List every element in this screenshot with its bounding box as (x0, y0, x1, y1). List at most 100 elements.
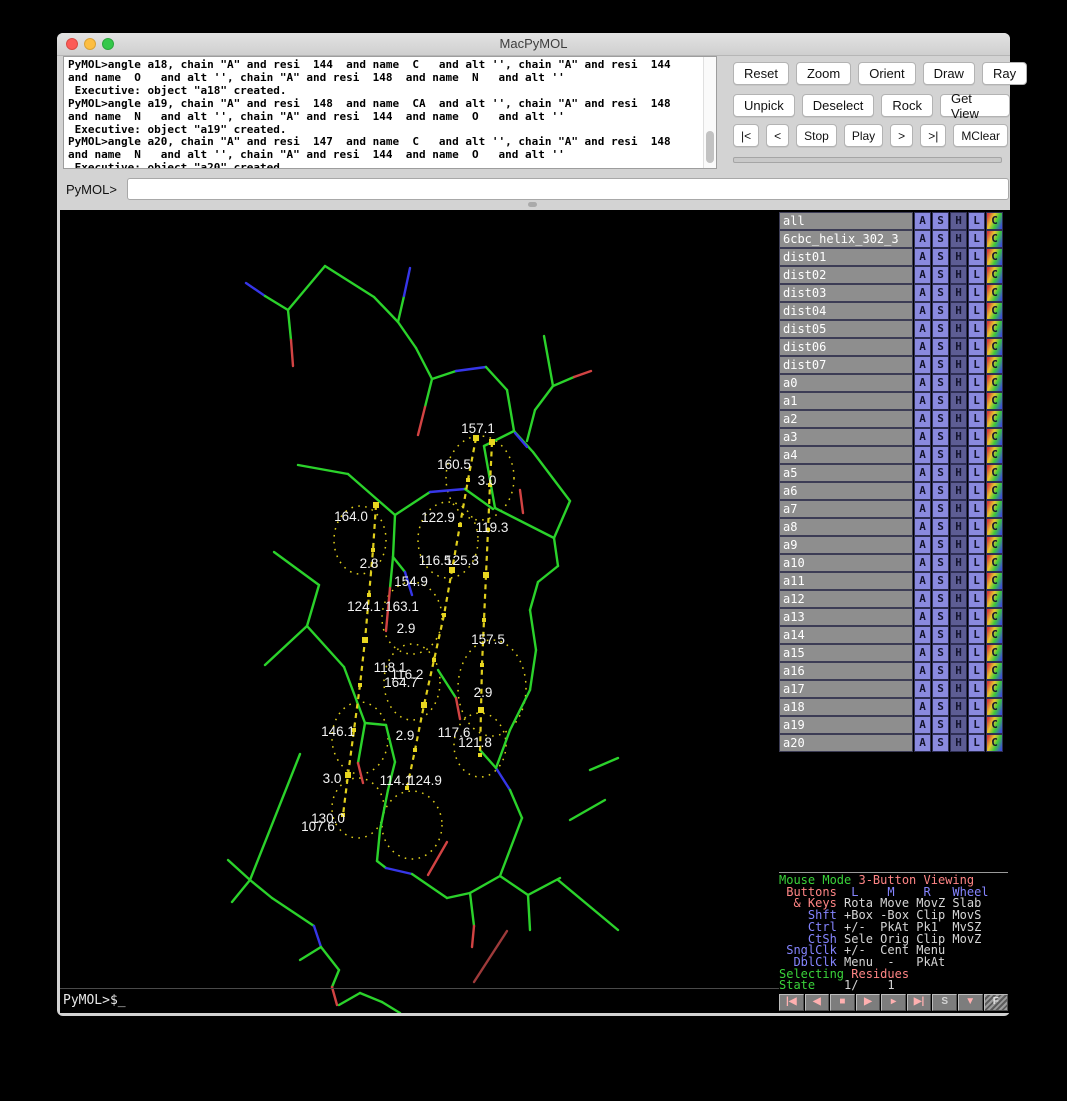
object-h-button[interactable]: H (950, 374, 967, 392)
object-name-dist03[interactable]: dist03 (779, 284, 913, 302)
object-h-button[interactable]: H (950, 266, 967, 284)
object-s-button[interactable]: S (932, 338, 949, 356)
object-a-button[interactable]: A (914, 374, 931, 392)
object-s-button[interactable]: S (932, 320, 949, 338)
object-l-button[interactable]: L (968, 716, 985, 734)
object-c-button[interactable]: C (986, 482, 1003, 500)
object-c-button[interactable]: C (986, 536, 1003, 554)
object-l-button[interactable]: L (968, 374, 985, 392)
object-a-button[interactable]: A (914, 536, 931, 554)
object-c-button[interactable]: C (986, 266, 1003, 284)
object-s-button[interactable]: S (932, 230, 949, 248)
movie-progress-slider[interactable] (733, 157, 1002, 163)
object-c-button[interactable]: C (986, 518, 1003, 536)
object-c-button[interactable]: C (986, 230, 1003, 248)
title-bar[interactable]: MacPyMOL (57, 33, 1010, 56)
object-s-button[interactable]: S (932, 662, 949, 680)
object-s-button[interactable]: S (932, 518, 949, 536)
object-c-button[interactable]: C (986, 410, 1003, 428)
btn-button[interactable]: < (766, 124, 789, 147)
unpick-button[interactable]: Unpick (733, 94, 795, 117)
btn-button[interactable]: > (890, 124, 913, 147)
object-l-button[interactable]: L (968, 356, 985, 374)
object-c-button[interactable]: C (986, 734, 1003, 752)
object-h-button[interactable]: H (950, 662, 967, 680)
object-a-button[interactable]: A (914, 500, 931, 518)
object-name-a3[interactable]: a3 (779, 428, 913, 446)
object-s-button[interactable]: S (932, 302, 949, 320)
object-h-button[interactable]: H (950, 212, 967, 230)
object-c-button[interactable]: C (986, 644, 1003, 662)
console-scrollbar-thumb[interactable] (706, 131, 714, 163)
object-l-button[interactable]: L (968, 554, 985, 572)
object-name-dist05[interactable]: dist05 (779, 320, 913, 338)
object-name-dist02[interactable]: dist02 (779, 266, 913, 284)
molecule-canvas[interactable]: 157.1160.53.0164.0122.9119.3116.5125.32.… (60, 210, 779, 1013)
object-h-button[interactable]: H (950, 680, 967, 698)
object-name-a13[interactable]: a13 (779, 608, 913, 626)
object-s-button[interactable]: S (932, 500, 949, 518)
object-l-button[interactable]: L (968, 284, 985, 302)
object-l-button[interactable]: L (968, 698, 985, 716)
zoom-button[interactable]: Zoom (796, 62, 851, 85)
object-h-button[interactable]: H (950, 716, 967, 734)
object-h-button[interactable]: H (950, 608, 967, 626)
object-name-all[interactable]: all (779, 212, 913, 230)
object-l-button[interactable]: L (968, 518, 985, 536)
rock-button[interactable]: Rock (881, 94, 933, 117)
command-input[interactable] (127, 178, 1009, 200)
object-h-button[interactable]: H (950, 410, 967, 428)
object-a-button[interactable]: A (914, 590, 931, 608)
object-name-a4[interactable]: a4 (779, 446, 913, 464)
object-s-button[interactable]: S (932, 266, 949, 284)
object-s-button[interactable]: S (932, 410, 949, 428)
object-a-button[interactable]: A (914, 518, 931, 536)
stop-button[interactable]: ■ (830, 994, 855, 1011)
object-s-button[interactable]: S (932, 554, 949, 572)
object-c-button[interactable]: C (986, 626, 1003, 644)
object-s-button[interactable]: S (932, 464, 949, 482)
orient-button[interactable]: Orient (858, 62, 915, 85)
object-l-button[interactable]: L (968, 266, 985, 284)
deselect-button[interactable]: Deselect (802, 94, 875, 117)
object-l-button[interactable]: L (968, 644, 985, 662)
stop-button[interactable]: Stop (796, 124, 837, 147)
object-name-a0[interactable]: a0 (779, 374, 913, 392)
object-s-button[interactable]: S (932, 446, 949, 464)
object-name-a18[interactable]: a18 (779, 698, 913, 716)
object-l-button[interactable]: L (968, 608, 985, 626)
object-a-button[interactable]: A (914, 662, 931, 680)
object-name-6cbc_helix_302_3[interactable]: 6cbc_helix_302_3 (779, 230, 913, 248)
object-h-button[interactable]: H (950, 230, 967, 248)
object-h-button[interactable]: H (950, 338, 967, 356)
splitter-handle[interactable] (528, 202, 537, 207)
object-h-button[interactable]: H (950, 428, 967, 446)
object-c-button[interactable]: C (986, 338, 1003, 356)
object-s-button[interactable]: S (932, 356, 949, 374)
object-c-button[interactable]: C (986, 608, 1003, 626)
object-h-button[interactable]: H (950, 302, 967, 320)
object-c-button[interactable]: C (986, 500, 1003, 518)
object-a-button[interactable]: A (914, 356, 931, 374)
object-a-button[interactable]: A (914, 464, 931, 482)
object-c-button[interactable]: C (986, 212, 1003, 230)
get-view-button[interactable]: Get View (940, 94, 1010, 117)
object-c-button[interactable]: C (986, 284, 1003, 302)
object-a-button[interactable]: A (914, 554, 931, 572)
object-a-button[interactable]: A (914, 698, 931, 716)
object-l-button[interactable]: L (968, 248, 985, 266)
object-a-button[interactable]: A (914, 410, 931, 428)
object-c-button[interactable]: C (986, 392, 1003, 410)
object-l-button[interactable]: L (968, 500, 985, 518)
ray-button[interactable]: Ray (982, 62, 1027, 85)
object-a-button[interactable]: A (914, 572, 931, 590)
object-name-a1[interactable]: a1 (779, 392, 913, 410)
menu-down-button[interactable]: ▼ (958, 994, 983, 1011)
object-c-button[interactable]: C (986, 590, 1003, 608)
object-a-button[interactable]: A (914, 338, 931, 356)
object-name-a7[interactable]: a7 (779, 500, 913, 518)
object-l-button[interactable]: L (968, 626, 985, 644)
reset-button[interactable]: Reset (733, 62, 789, 85)
mclear-button[interactable]: MClear (953, 124, 1008, 147)
object-h-button[interactable]: H (950, 500, 967, 518)
